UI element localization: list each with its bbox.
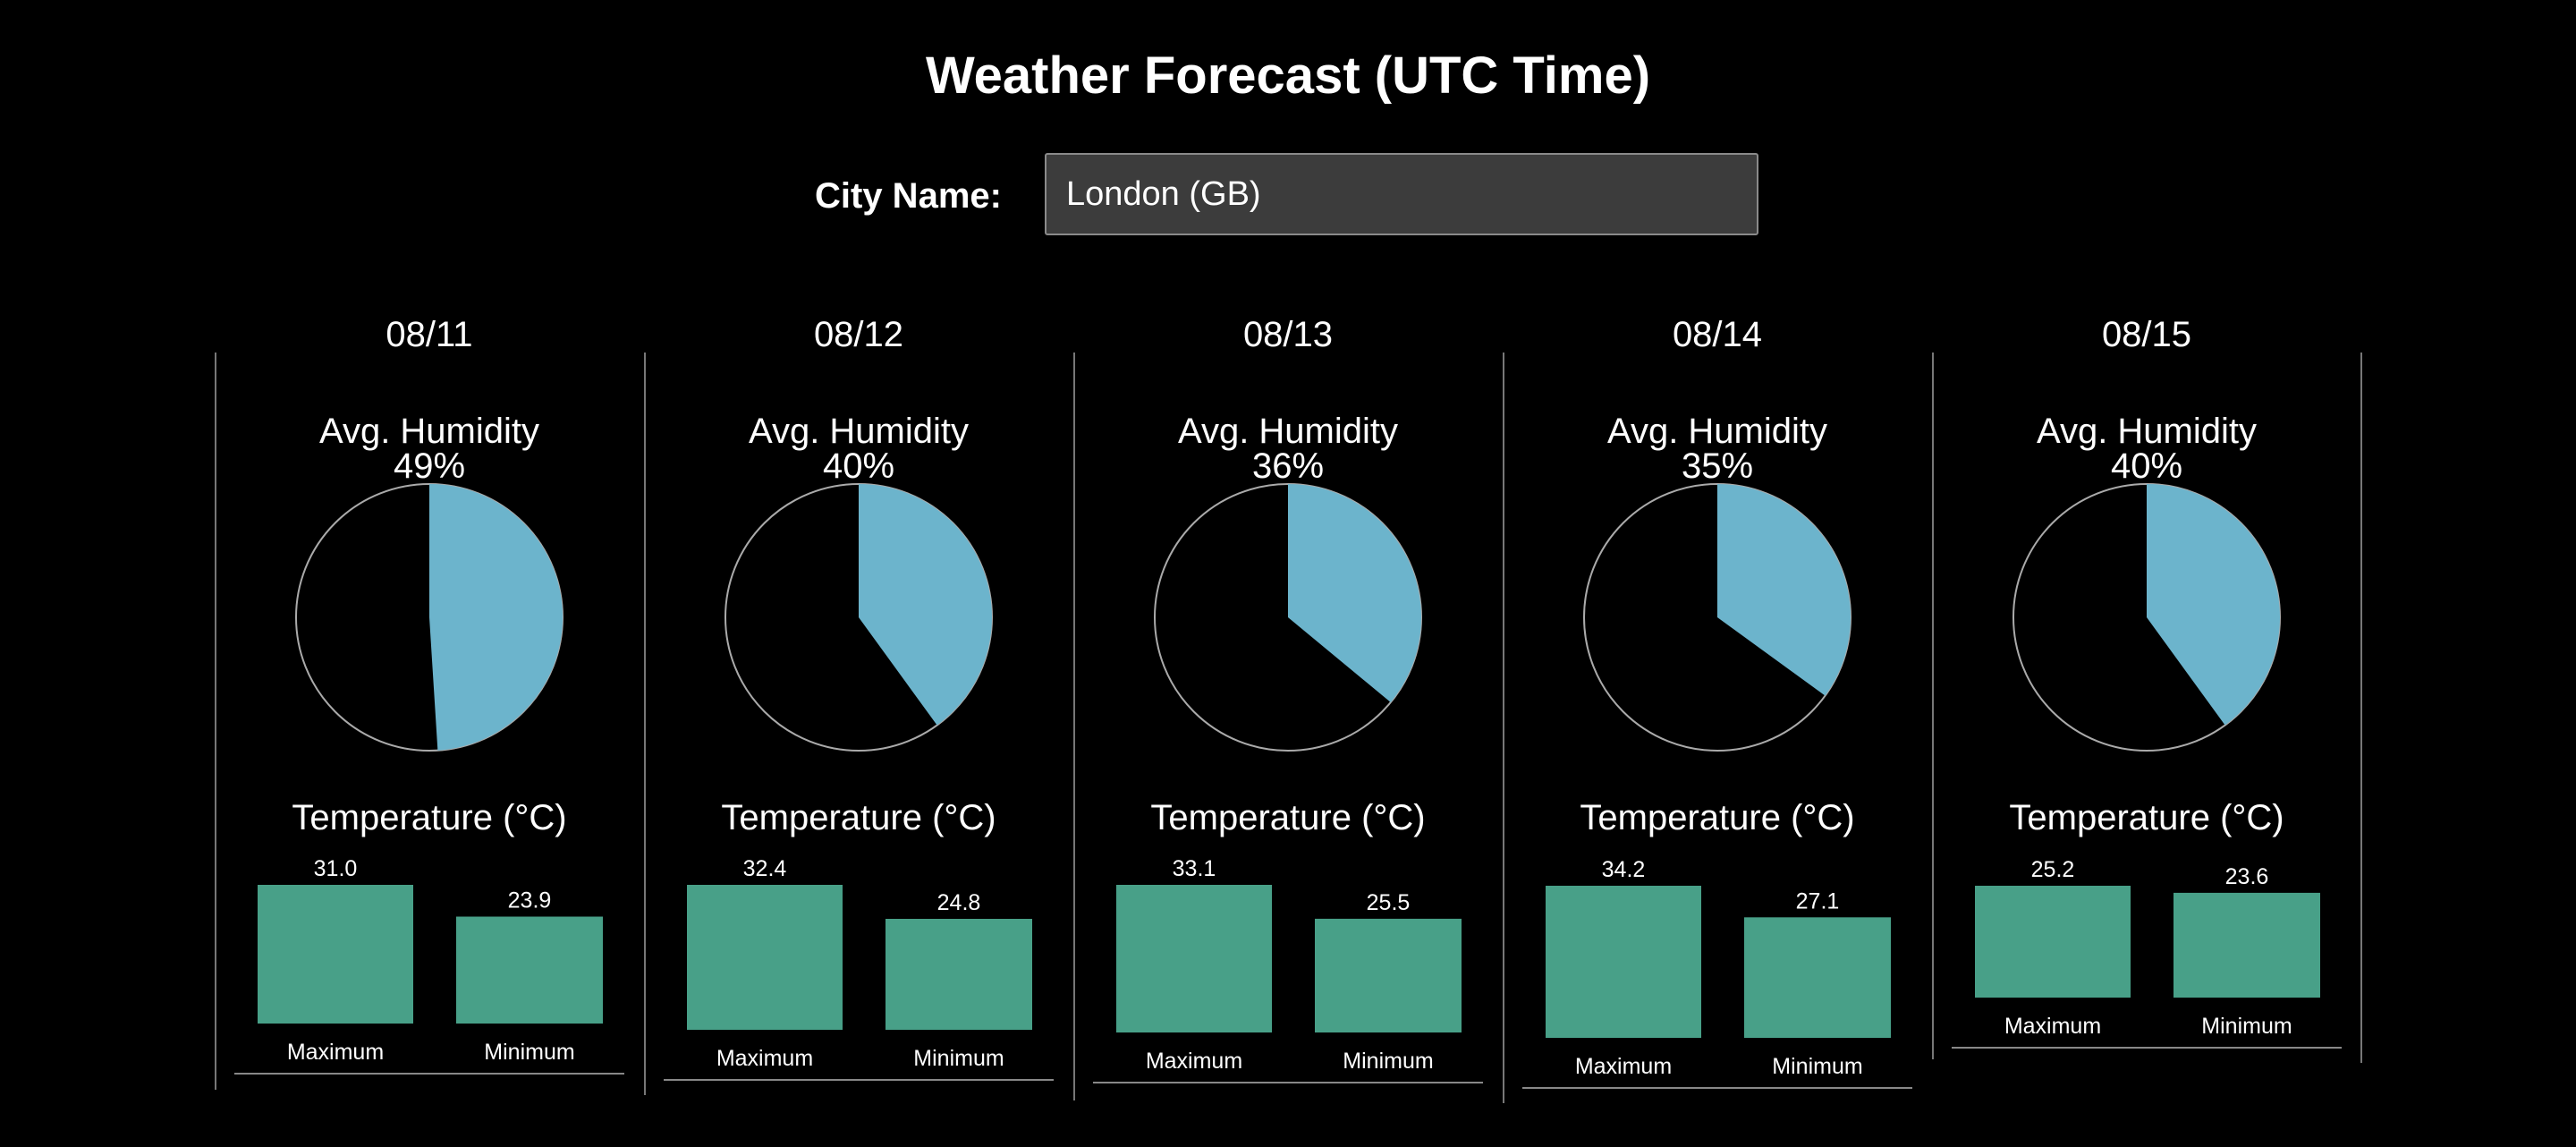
forecast-date: 08/12: [813, 315, 904, 354]
bar-value-label: 24.8: [937, 890, 981, 915]
bar-category-label: Maximum: [1575, 1054, 1672, 1079]
bar-category-label: Minimum: [1343, 1049, 1433, 1074]
bar-value-label: 23.6: [2225, 864, 2269, 889]
column-divider: [2360, 353, 2362, 1063]
forecast-day-column: 08/12 Avg. Humidity 40% Temperature (°C) 32.…: [644, 304, 1073, 1109]
forecast-day-column: 08/13 Avg. Humidity 36% Temperature (°C) 33.…: [1073, 304, 1503, 1109]
temperature-bar-chart: 34.2 Maximum 27.1 Minimum: [1522, 857, 1912, 1089]
min-temp-bar: [2174, 892, 2320, 998]
forecast-grid: 08/11 Avg. Humidity 49% Temperature (°C) 31.…: [0, 0, 2576, 1147]
bar-value-label: 32.4: [743, 856, 787, 881]
temperature-bar-chart: 31.0 Maximum 23.9 Minimum: [234, 856, 624, 1075]
humidity-pie-chart: 35%: [1583, 446, 1852, 752]
bar-value-label: 34.2: [1602, 857, 1646, 882]
forecast-date: 08/11: [386, 315, 473, 354]
forecast-date: 08/15: [2101, 315, 2192, 354]
bar-value-label: 25.5: [1367, 890, 1411, 915]
min-temp-bar: [886, 919, 1032, 1030]
temperature-bar-chart: 32.4 Maximum 24.8 Minimum: [664, 856, 1054, 1081]
temperature-title: Temperature (°C): [1580, 798, 1855, 837]
humidity-pie-chart: 40%: [2012, 446, 2281, 752]
bar-value-label: 25.2: [2031, 857, 2075, 882]
temperature-title: Temperature (°C): [721, 798, 996, 837]
humidity-percent-label: 36%: [1252, 446, 1324, 486]
forecast-day-column: 08/15 Avg. Humidity 40% Temperature (°C) 25.…: [1932, 304, 2361, 1109]
bar-category-label: Minimum: [1772, 1054, 1862, 1079]
bar-value-label: 33.1: [1173, 856, 1216, 881]
humidity-pie-chart: 49%: [295, 446, 564, 752]
temperature-bar-chart: 25.2 Maximum 23.6 Minimum: [1952, 857, 2342, 1049]
max-temp-bar: [1116, 885, 1272, 1032]
humidity-percent-label: 40%: [823, 446, 894, 486]
temperature-title: Temperature (°C): [292, 798, 567, 837]
min-temp-bar: [456, 916, 603, 1024]
humidity-pie-chart: 40%: [724, 446, 993, 752]
bar-category-label: Maximum: [2004, 1014, 2101, 1039]
humidity-percent-label: 35%: [1682, 446, 1753, 486]
bar-category-label: Minimum: [484, 1040, 574, 1065]
max-temp-bar: [1546, 886, 1701, 1038]
min-temp-bar: [1744, 917, 1891, 1038]
humidity-pie-chart: 36%: [1154, 446, 1422, 752]
max-temp-bar: [258, 885, 413, 1024]
forecast-day-column: 08/11 Avg. Humidity 49% Temperature (°C) 31.…: [215, 304, 644, 1109]
bar-category-label: Maximum: [287, 1040, 384, 1065]
max-temp-bar: [687, 885, 843, 1030]
temperature-title: Temperature (°C): [1150, 798, 1426, 837]
humidity-slice: [429, 484, 564, 751]
temperature-title: Temperature (°C): [2009, 798, 2284, 837]
bar-value-label: 27.1: [1796, 888, 1840, 913]
forecast-date: 08/13: [1242, 315, 1334, 354]
forecast-day-column: 08/14 Avg. Humidity 35% Temperature (°C) 34.…: [1503, 304, 1932, 1109]
bar-category-label: Maximum: [716, 1046, 813, 1071]
humidity-percent-label: 49%: [394, 446, 465, 486]
humidity-percent-label: 40%: [2111, 446, 2182, 486]
bar-value-label: 23.9: [508, 888, 552, 913]
temperature-bar-chart: 33.1 Maximum 25.5 Minimum: [1093, 856, 1483, 1083]
bar-category-label: Maximum: [1146, 1049, 1242, 1074]
min-temp-bar: [1315, 918, 1462, 1032]
bar-category-label: Minimum: [2201, 1014, 2292, 1039]
bar-value-label: 31.0: [314, 856, 358, 881]
max-temp-bar: [1975, 886, 2131, 998]
bar-category-label: Minimum: [913, 1046, 1004, 1071]
forecast-date: 08/14: [1672, 315, 1763, 354]
